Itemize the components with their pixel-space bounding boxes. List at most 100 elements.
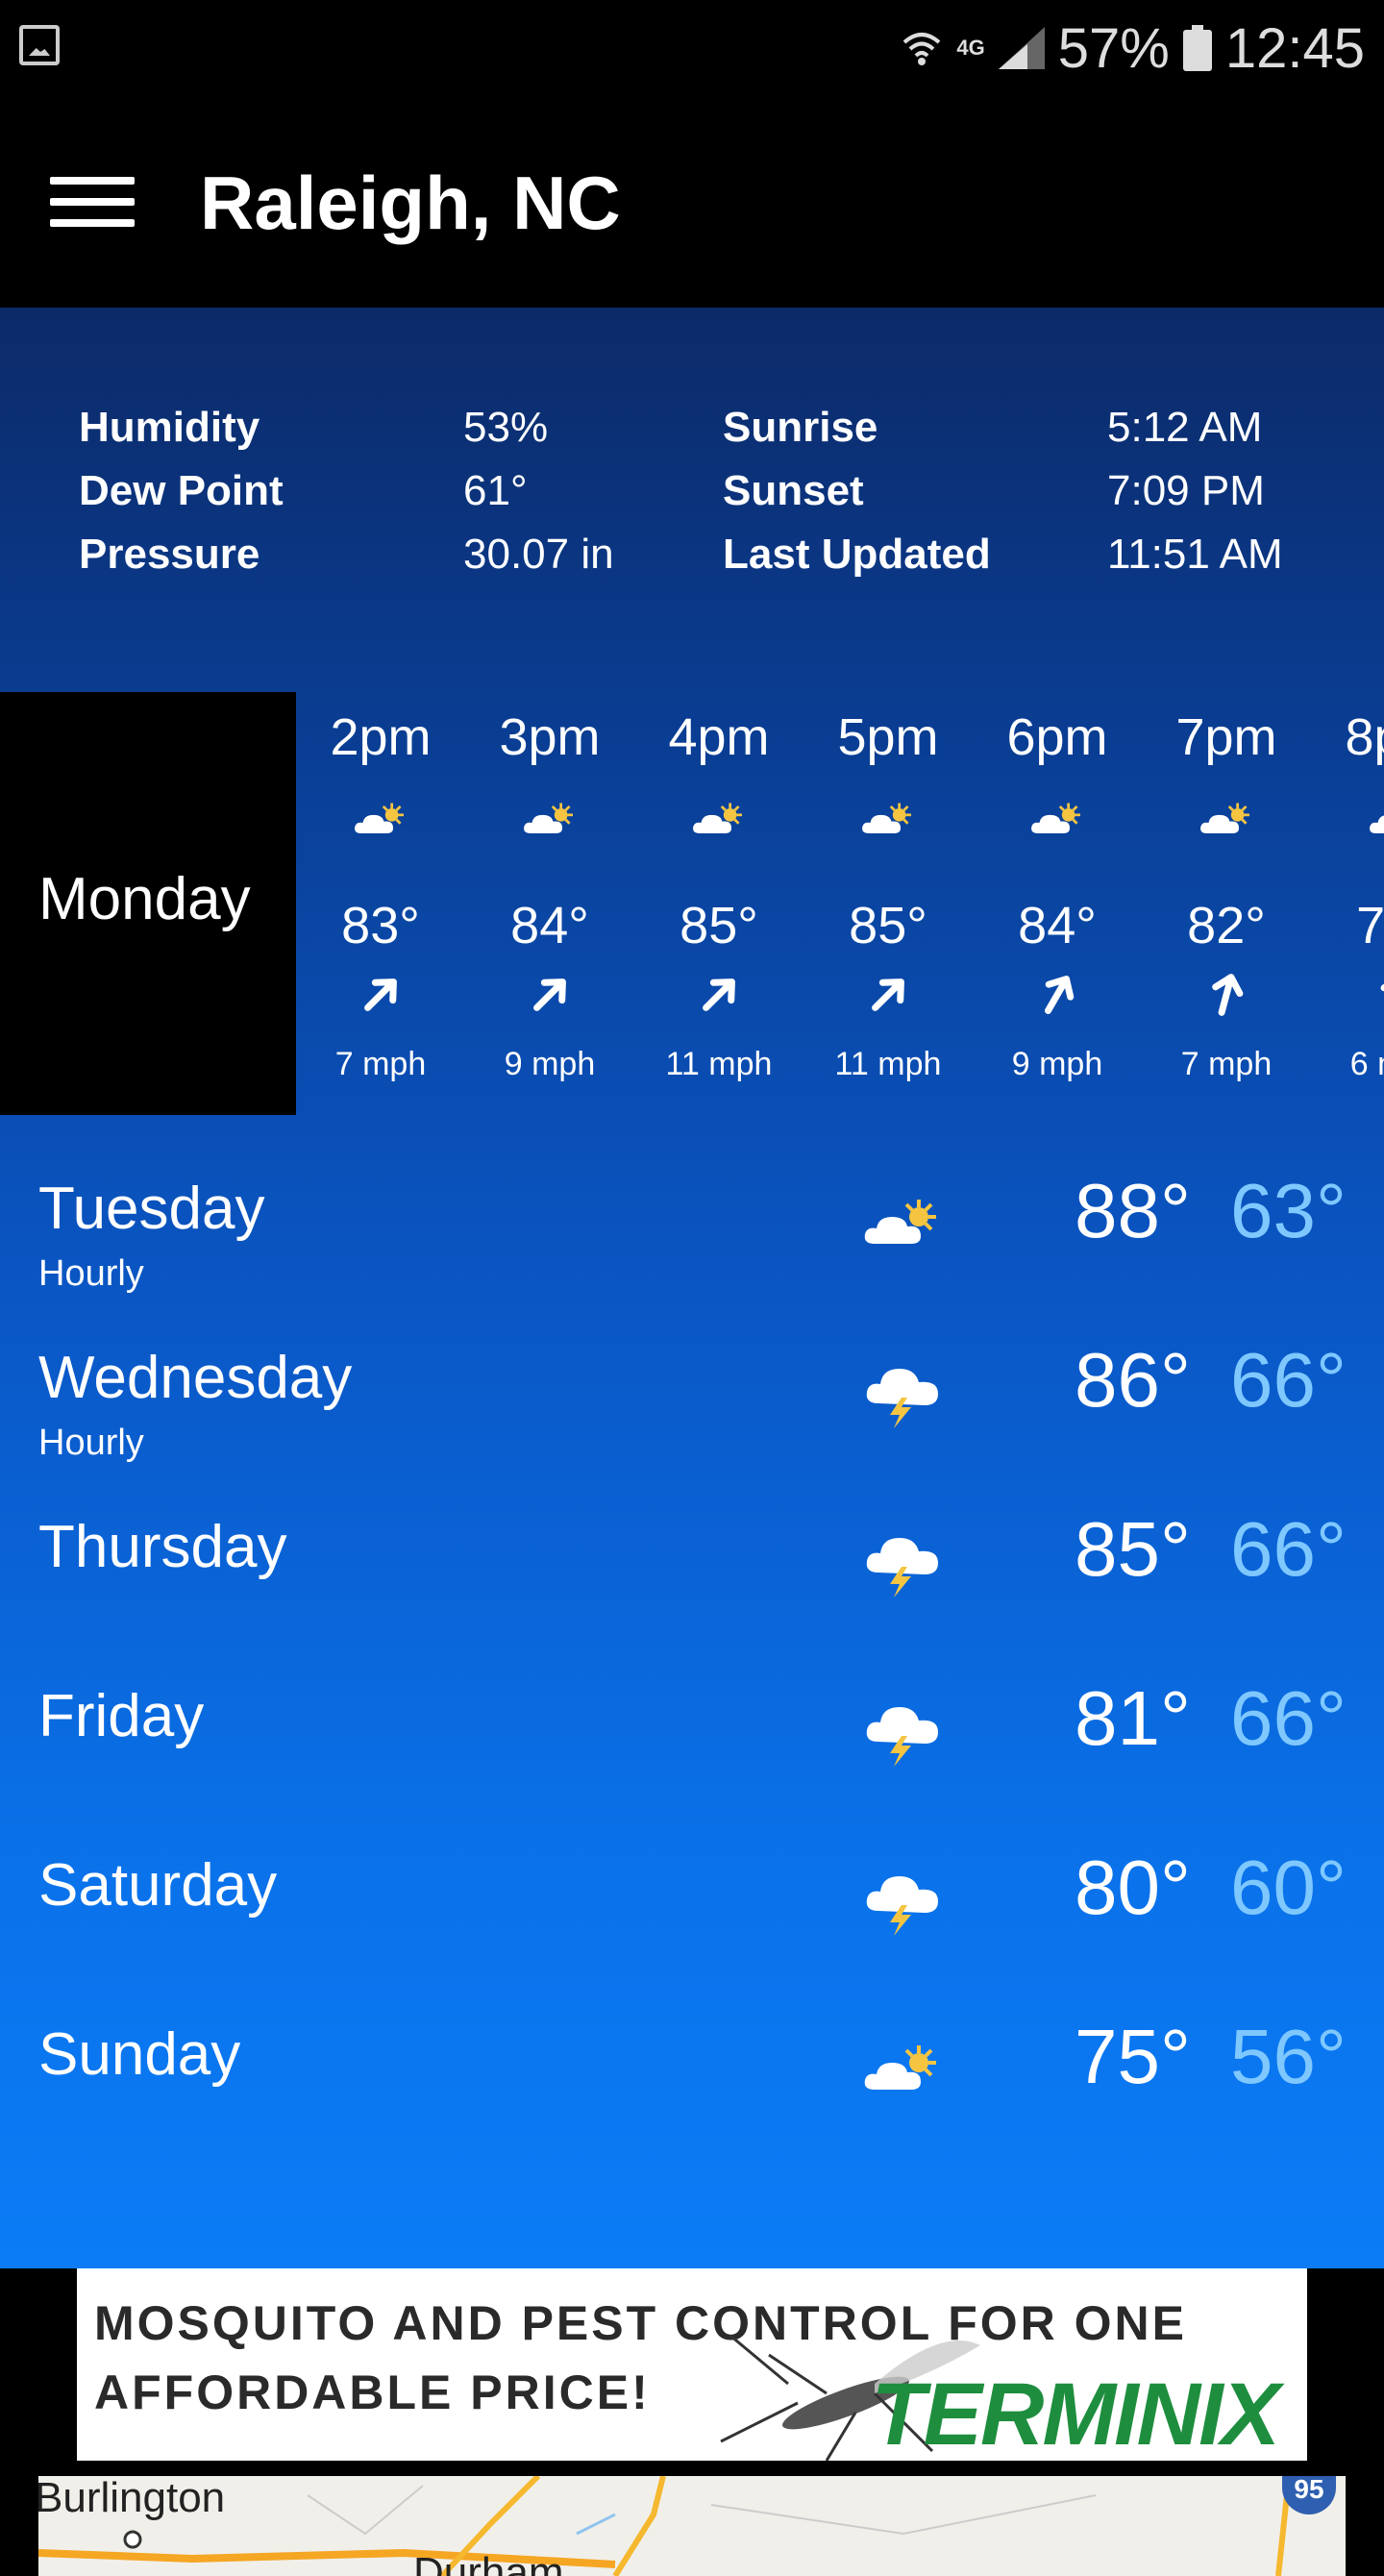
hour-column[interactable]: 6pm 84° 9 mph bbox=[973, 692, 1142, 1115]
low-temperature: 66° bbox=[1230, 1337, 1347, 1423]
hour-time: 6pm bbox=[1006, 708, 1108, 766]
hour-wind-speed: 7 mph bbox=[1180, 1046, 1273, 1082]
hour-column[interactable]: 7pm 82° 7 mph bbox=[1142, 692, 1311, 1115]
hourly-link[interactable]: Hourly bbox=[38, 1253, 144, 1295]
status-bar: 4G 57% 12:45 bbox=[0, 0, 1384, 96]
hour-wind-speed: 7 mph bbox=[334, 1046, 427, 1082]
sunrise-label: Sunrise bbox=[723, 404, 878, 451]
ad-banner[interactable]: MOSQUITO AND PEST CONTROL FOR ONE AFFORD… bbox=[77, 2268, 1307, 2461]
high-temperature: 80° bbox=[1075, 1845, 1191, 1930]
day-name: Friday bbox=[38, 1683, 205, 1749]
map-roads bbox=[38, 2476, 1291, 2576]
hour-column[interactable]: 4pm 85° 11 mph bbox=[634, 692, 803, 1115]
day-name: Sunday bbox=[38, 2021, 241, 2088]
hour-wind-speed: 11 mph bbox=[834, 1046, 942, 1082]
thunderstorm-icon bbox=[861, 1530, 944, 1598]
low-temperature: 56° bbox=[1230, 2014, 1347, 2099]
low-temperature: 66° bbox=[1230, 1675, 1347, 1761]
partly-cloudy-icon bbox=[517, 798, 582, 844]
dew-point-value: 61° bbox=[463, 467, 528, 514]
wind-direction-icon bbox=[1202, 971, 1250, 1019]
hour-time: 5pm bbox=[837, 708, 939, 766]
ad-banner-area: MOSQUITO AND PEST CONTROL FOR ONE AFFORD… bbox=[0, 2268, 1384, 2461]
high-temperature: 85° bbox=[1075, 1506, 1191, 1592]
partly-cloudy-icon bbox=[686, 798, 752, 844]
daily-forecast-row[interactable]: Wednesday Hourly 86° 66° bbox=[0, 1323, 1384, 1492]
thunderstorm-icon bbox=[861, 1699, 944, 1767]
partly-cloudy-icon bbox=[861, 2038, 944, 2105]
map-city-label: Durham bbox=[413, 2549, 564, 2576]
partly-cloudy-icon bbox=[1194, 798, 1259, 844]
wind-direction-icon bbox=[1372, 971, 1384, 1019]
hour-column[interactable]: 3pm 84° 9 mph bbox=[465, 692, 634, 1115]
hour-time: 8pm bbox=[1345, 708, 1384, 766]
partly-cloudy-icon bbox=[348, 798, 413, 844]
wind-direction-icon bbox=[864, 971, 912, 1019]
high-temperature: 86° bbox=[1075, 1337, 1191, 1423]
hour-wind-speed: 11 mph bbox=[665, 1046, 773, 1082]
high-temperature: 81° bbox=[1075, 1675, 1191, 1761]
partly-cloudy-icon bbox=[1363, 798, 1384, 844]
hourly-link[interactable]: Hourly bbox=[38, 1423, 144, 1464]
dew-point-label: Dew Point bbox=[79, 467, 284, 514]
status-icons: 4G 57% 12:45 bbox=[901, 13, 1365, 83]
ad-headline-line2: AFFORDABLE PRICE! bbox=[94, 2365, 651, 2419]
daily-forecast-row[interactable]: Thursday 85° 66° bbox=[0, 1492, 1384, 1661]
humidity-label: Humidity bbox=[79, 404, 260, 451]
day-name: Wednesday bbox=[38, 1345, 353, 1411]
hour-temperature: 79° bbox=[1356, 897, 1384, 954]
hour-time: 3pm bbox=[499, 708, 601, 766]
wind-direction-icon bbox=[357, 971, 405, 1019]
low-temperature: 63° bbox=[1230, 1168, 1347, 1253]
high-temperature: 88° bbox=[1075, 1168, 1191, 1253]
low-temperature: 66° bbox=[1230, 1506, 1347, 1592]
hourly-day-name: Monday bbox=[38, 866, 251, 932]
ad-headline-line1: MOSQUITO AND PEST CONTROL FOR ONE bbox=[94, 2296, 1188, 2350]
forecast-panel: Humidity 53% Dew Point 61° Pressure 30.0… bbox=[0, 308, 1384, 2576]
hamburger-menu-icon[interactable] bbox=[50, 177, 135, 227]
app-bar: Raleigh, NC bbox=[0, 96, 1384, 308]
hour-column[interactable]: 2pm 83° 7 mph bbox=[296, 692, 465, 1115]
signal-icon bbox=[998, 27, 1045, 69]
sunrise-value: 5:12 AM bbox=[1107, 404, 1263, 451]
day-name: Saturday bbox=[38, 1852, 278, 1919]
thunderstorm-icon bbox=[861, 1869, 944, 1936]
partly-cloudy-icon bbox=[1025, 798, 1090, 844]
pressure-label: Pressure bbox=[79, 531, 260, 578]
ad-brand-logo: TERMINIX bbox=[871, 2365, 1280, 2461]
hour-column[interactable]: 5pm 85° 11 mph bbox=[803, 692, 973, 1115]
hourly-forecast-strip[interactable]: Monday 2pm 83° 7 mph 3pm 84° 9 mph 4pm 85° 11 mp… bbox=[0, 692, 1384, 1115]
last-updated-value: 11:51 AM bbox=[1107, 531, 1283, 578]
low-temperature: 60° bbox=[1230, 1845, 1347, 1930]
hour-temperature: 83° bbox=[341, 897, 420, 954]
sunset-value: 7:09 PM bbox=[1107, 467, 1265, 514]
day-name: Thursday bbox=[38, 1514, 287, 1580]
hourly-day-label[interactable]: Monday bbox=[0, 692, 296, 1115]
map-city-label: Burlington bbox=[38, 2476, 226, 2521]
hour-wind-speed: 9 mph bbox=[504, 1046, 596, 1082]
radar-map-preview[interactable]: Burlington Durham 95 bbox=[38, 2476, 1346, 2576]
wind-direction-icon bbox=[1033, 971, 1081, 1019]
network-type-label: 4G bbox=[956, 36, 985, 60]
hour-wind-speed: 6 mph bbox=[1349, 1046, 1384, 1082]
daily-forecast-row[interactable]: Tuesday Hourly 88° 63° bbox=[0, 1153, 1384, 1323]
hour-time: 2pm bbox=[330, 708, 432, 766]
daily-forecast-row[interactable]: Friday 81° 66° bbox=[0, 1661, 1384, 1830]
gallery-notification-icon bbox=[19, 25, 60, 65]
sunset-label: Sunset bbox=[723, 467, 864, 514]
hour-wind-speed: 9 mph bbox=[1011, 1046, 1103, 1082]
battery-icon bbox=[1182, 25, 1212, 71]
hour-column[interactable]: 8pm 79° 6 mph bbox=[1311, 692, 1384, 1115]
high-temperature: 75° bbox=[1075, 2014, 1191, 2099]
daily-forecast-row[interactable]: Saturday 80° 60° bbox=[0, 1830, 1384, 1999]
hour-temperature: 84° bbox=[1018, 897, 1097, 954]
partly-cloudy-icon bbox=[855, 798, 921, 844]
hour-temperature: 84° bbox=[510, 897, 589, 954]
hour-temperature: 85° bbox=[680, 897, 758, 954]
day-name: Tuesday bbox=[38, 1176, 265, 1242]
last-updated-label: Last Updated bbox=[723, 531, 991, 578]
battery-percent: 57% bbox=[1057, 16, 1170, 80]
humidity-value: 53% bbox=[463, 404, 549, 451]
pressure-value: 30.07 in bbox=[463, 531, 614, 578]
daily-forecast-row[interactable]: Sunday 75° 56° bbox=[0, 1999, 1384, 2168]
